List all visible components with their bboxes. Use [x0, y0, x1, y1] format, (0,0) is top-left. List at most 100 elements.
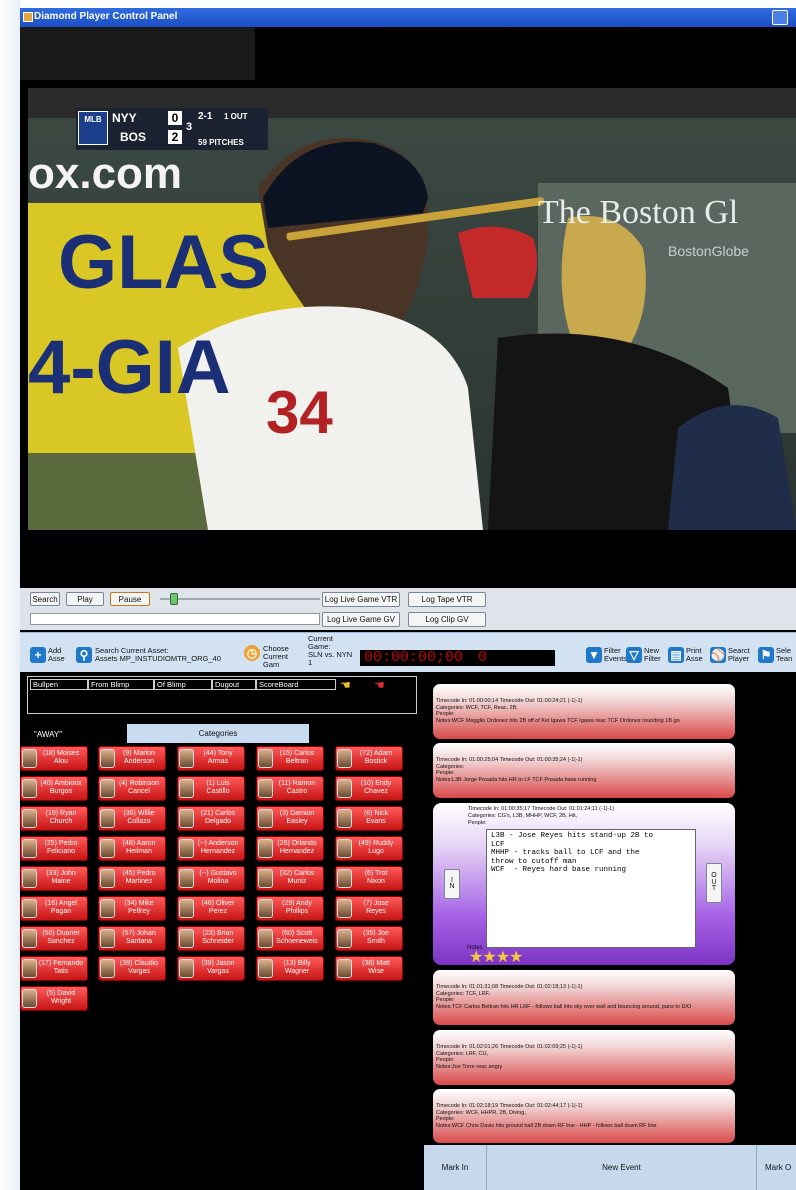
star-rating[interactable]: ★★★★ [469, 949, 523, 966]
search-current-asset-button[interactable]: ⚲ Search Current Asset: Assets MP_INSTUD… [76, 647, 221, 663]
player-button[interactable]: (6) Nick Evans [335, 806, 403, 831]
player-button[interactable]: (16) Angel Pagan [20, 896, 88, 921]
star-icon[interactable]: ★ [509, 949, 523, 966]
player-button[interactable]: (3) Damion Easley [256, 806, 324, 831]
player-button[interactable]: (25) Pedro Feliciano [20, 836, 88, 861]
log-live-game-gv-button[interactable]: Log Live Game GV [322, 612, 400, 627]
player-button[interactable]: (19) Ryan Church [20, 806, 88, 831]
log-tape-vtr-button[interactable]: Log Tape VTR [408, 592, 486, 607]
player-button[interactable]: (35) Joe Smith [335, 926, 403, 951]
player-photo [337, 959, 352, 978]
player-button[interactable]: (60) Scott Schoeneweis [256, 926, 324, 951]
player-button[interactable]: (48) Aaron Heilman [98, 836, 166, 861]
player-button[interactable]: (17) Fernando Tatis [20, 956, 88, 981]
choose-current-game-button[interactable]: ◷ Choose Current Gam [244, 645, 305, 669]
player-photo [22, 989, 37, 1008]
player-button[interactable]: (23) Brian Schneider [177, 926, 245, 951]
player-button[interactable]: (38) Matt Wise [335, 956, 403, 981]
player-button[interactable]: (26) Orlando Hernandez [256, 836, 324, 861]
event-card[interactable]: Timecode In: 01:00:00;14 Timecode Out: 0… [433, 684, 735, 739]
player-last-name: Beltran [285, 758, 309, 765]
mark-in-button[interactable]: Mark In [424, 1145, 486, 1190]
pause-button[interactable]: Pause [110, 592, 150, 606]
search-text-input[interactable] [30, 613, 320, 625]
event-card[interactable]: Timecode In: 01:02:18;19 Timecode Out: 0… [433, 1089, 735, 1143]
player-button[interactable]: (46) Oliver Perez [177, 896, 245, 921]
player-number-first: (40) Ambiorix [40, 780, 82, 787]
player-button[interactable]: (21) Carlos Delgado [177, 806, 245, 831]
mark-in-side-button[interactable]: I N [444, 869, 460, 899]
player-button[interactable]: (18) Moises Alou [20, 746, 88, 771]
player-button[interactable]: (32) Carlos Muniz [256, 866, 324, 891]
count: 2-1 [198, 111, 213, 122]
mark-out-side-button[interactable]: O U T [706, 863, 722, 903]
player-last-name: Burgos [49, 788, 73, 795]
player-button[interactable]: (57) Johan Santana [98, 926, 166, 951]
video-player[interactable]: ox.com GLAS 4-GIA The Boston Gl BostonGl… [28, 88, 796, 530]
event-card[interactable]: Timecode In: 01:01:31;08 Timecode Out: 0… [433, 970, 735, 1025]
tab-of-blimp[interactable]: Of Blimp [154, 679, 212, 690]
new-event-button[interactable]: New Event [486, 1145, 756, 1190]
player-button[interactable]: (39) Claudio Vargas [98, 956, 166, 981]
player-button[interactable]: (5) David Wright [20, 986, 88, 1011]
player-button[interactable]: (39) Jason Vargas [177, 956, 245, 981]
player-button[interactable]: (40) Ambiorix Burgos [20, 776, 88, 801]
player-button[interactable]: (45) Pedro Martinez [98, 866, 166, 891]
player-button[interactable]: (1) Luis Castillo [177, 776, 245, 801]
tab-from-blimp[interactable]: From Blimp [88, 679, 154, 690]
player-number-first: (6) Nick [363, 810, 389, 817]
player-button[interactable]: (44) Tony Armas [177, 746, 245, 771]
tab-scoreboard[interactable]: ScoreBoard [256, 679, 336, 690]
player-search-icon: ⚾ [710, 647, 726, 663]
player-last-name: Church [49, 818, 73, 825]
search-button[interactable]: Search [30, 592, 60, 606]
player-button[interactable]: (6) Trot Nixon [335, 866, 403, 891]
player-button[interactable]: (50) Duaner Sanchez [20, 926, 88, 951]
new-filter-button[interactable]: ▽ New Filter [626, 647, 664, 663]
event-card[interactable]: Timecode In: 01:00:25;04 Timecode Out: 0… [433, 743, 735, 798]
play-button[interactable]: Play [66, 592, 104, 606]
minimize-button[interactable] [772, 10, 788, 25]
player-button[interactable]: (--) Gustavo Molina [177, 866, 245, 891]
event-card[interactable]: Timecode In: 01:02:01;26 Timecode Out: 0… [433, 1030, 735, 1085]
print-asset-button[interactable]: ▤ Print Asse [668, 647, 706, 663]
player-button[interactable]: (49) Ruddy Lugo [335, 836, 403, 861]
player-button[interactable]: (15) Carlos Beltran [256, 746, 324, 771]
selected-event-card[interactable]: Timecode In: 01:00:35;17 Timecode Out: 0… [433, 803, 735, 966]
categories-button[interactable]: Categories [127, 724, 309, 743]
star-icon[interactable]: ★ [496, 949, 510, 966]
player-button[interactable]: (13) Billy Wagner [256, 956, 324, 981]
scrub-track[interactable] [160, 598, 320, 600]
player-button[interactable]: (--) Anderson Hernandez [177, 836, 245, 861]
player-button[interactable]: (11) Ramon Castro [256, 776, 324, 801]
event-notes-editor[interactable]: L3B - Jose Reyes hits stand-up 2B to LCF M… [486, 829, 696, 948]
player-last-name: Alou [53, 758, 68, 765]
search-player-button[interactable]: ⚾ Searct Player [710, 647, 750, 663]
add-asset-button[interactable]: + Add Asse [30, 647, 70, 663]
log-clip-gv-button[interactable]: Log Clip GV [408, 612, 486, 627]
player-button[interactable]: (10) Endy Chavez [335, 776, 403, 801]
star-icon[interactable]: ★ [482, 949, 496, 966]
log-live-game-vtr-button[interactable]: Log Live Game VTR [322, 592, 400, 607]
player-last-name: Hernandez [279, 848, 315, 855]
player-last-name: Heilman [126, 848, 152, 855]
player-button[interactable]: (4) Robinson Cancel [98, 776, 166, 801]
scrub-handle[interactable] [170, 593, 178, 605]
select-team-button[interactable]: ⚑ Sele Tean [758, 647, 794, 663]
player-button[interactable]: (34) Mike Pelfrey [98, 896, 166, 921]
player-button[interactable]: (36) Willie Collazo [98, 806, 166, 831]
player-button[interactable]: (33) John Maine [20, 866, 88, 891]
player-button[interactable]: (7) Jose Reyes [335, 896, 403, 921]
thumbs-down-icon[interactable]: ☚ [340, 678, 356, 692]
thumbs-down-red-icon[interactable]: ☚ [374, 678, 390, 692]
player-photo [100, 899, 115, 918]
mark-out-button[interactable]: Mark O [756, 1145, 796, 1190]
player-button[interactable]: (29) Andy Phillips [256, 896, 324, 921]
tab-dugout[interactable]: Dugout [212, 679, 256, 690]
filter-events-button[interactable]: ▼ Filter Events [586, 647, 627, 663]
tab-bullpen[interactable]: Bullpen [30, 679, 88, 690]
star-icon[interactable]: ★ [469, 949, 483, 966]
player-button[interactable]: (9) Marlon Anderson [98, 746, 166, 771]
player-button[interactable]: (72) Adam Bostick [335, 746, 403, 771]
player-last-name: Collazo [127, 818, 151, 825]
